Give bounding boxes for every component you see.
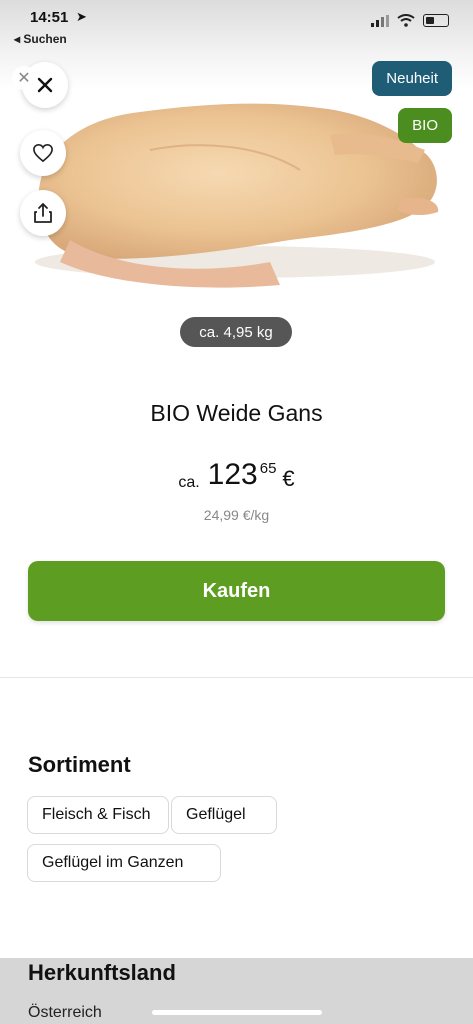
bio-badge: BIO [398, 108, 452, 143]
category-chip[interactable]: Fleisch & Fisch [27, 796, 169, 834]
battery-icon [423, 14, 449, 27]
unit-price: 24,99 €/kg [203, 507, 270, 523]
system-icons [371, 14, 449, 27]
close-icon [37, 77, 53, 93]
status-time: 14:51 [30, 9, 69, 26]
category-chip[interactable]: Geflügel im Ganzen [27, 844, 221, 882]
divider [0, 677, 473, 678]
weight-badge: ca. 4,95 kg [180, 317, 292, 347]
share-button[interactable] [20, 190, 66, 236]
price-main: 123 [207, 458, 258, 491]
home-indicator[interactable] [152, 1010, 322, 1015]
back-to-app-link[interactable]: ◂ Suchen [14, 32, 67, 46]
category-chip[interactable]: Geflügel [171, 796, 277, 834]
price-prefix: ca. [178, 474, 200, 491]
favorite-button[interactable] [20, 130, 66, 176]
status-bar: 14:51 ➤ ◂ Suchen [0, 0, 473, 50]
price-currency: € [282, 466, 295, 491]
product-title: BIO Weide Gans [150, 400, 323, 426]
share-icon [34, 203, 52, 223]
dismiss-icon[interactable]: ✕ [12, 66, 36, 90]
price: ca. 123 65 € [0, 458, 473, 492]
new-badge: Neuheit [372, 61, 452, 96]
assortment-title: Sortiment [28, 752, 131, 777]
price-cents: 65 [259, 460, 277, 477]
heart-icon [33, 143, 53, 163]
buy-button[interactable]: Kaufen [28, 561, 445, 621]
signal-icon [371, 14, 389, 27]
wifi-icon [397, 14, 415, 27]
origin-title: Herkunftsland [28, 960, 176, 985]
location-arrow-icon: ➤ [76, 9, 87, 24]
origin-value: Österreich [28, 1004, 102, 1021]
